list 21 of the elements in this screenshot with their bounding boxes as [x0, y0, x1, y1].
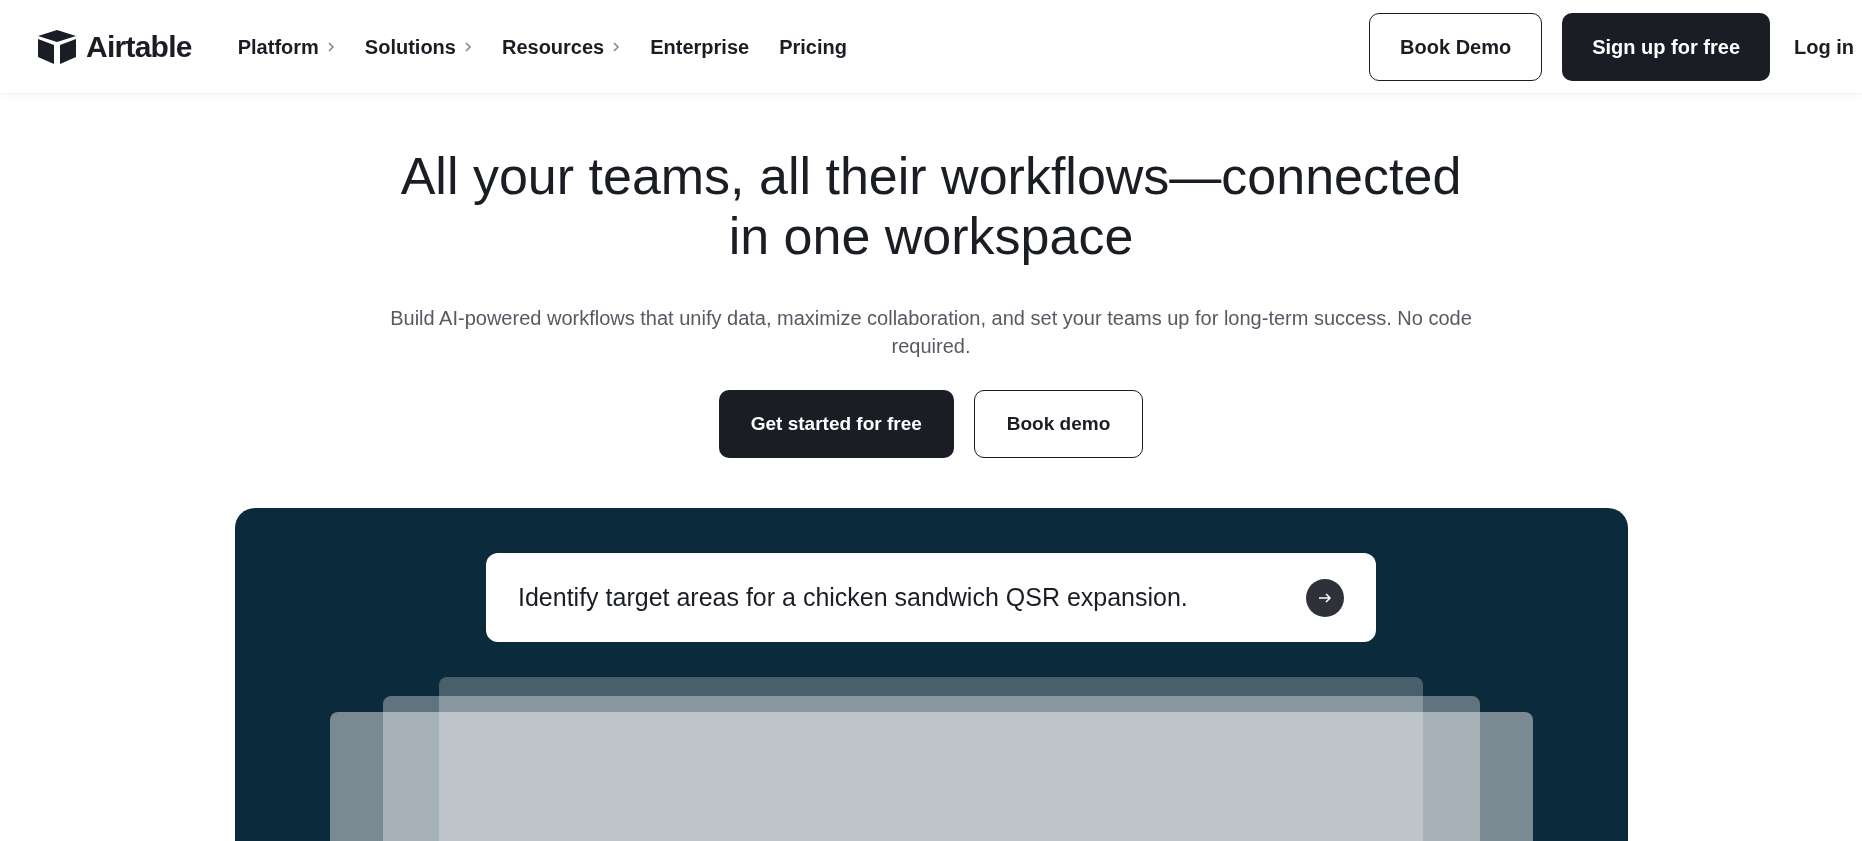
- nav-link[interactable]: Resources: [501, 31, 621, 62]
- sign-up-button[interactable]: Sign up for free: [1562, 12, 1770, 81]
- chevron-right-icon: [612, 40, 621, 53]
- prompt-text: Identify target areas for a chicken sandwich QSR expansion.: [518, 581, 1188, 613]
- nav-link[interactable]: Solutions: [364, 31, 472, 62]
- chevron-right-icon: [463, 40, 472, 53]
- hero-subtitle: Build AI-powered workflows that unify data, maximize collaboration, and set your teams up for long-term success. No code required.: [389, 306, 1473, 359]
- arrow-right-icon: [1318, 591, 1332, 604]
- log-in-link[interactable]: Log in: [1794, 31, 1854, 62]
- nav-link[interactable]: Pricing: [779, 31, 847, 62]
- brand-name: Airtable: [86, 29, 192, 65]
- book-demo-button[interactable]: Book Demo: [1369, 12, 1543, 81]
- nav-link[interactable]: Platform: [237, 31, 335, 62]
- submit-arrow-button[interactable]: [1306, 578, 1344, 617]
- prompt-field[interactable]: Identify target areas for a chicken sandwich QSR expansion.: [486, 553, 1376, 642]
- nav-link[interactable]: Enterprise: [650, 31, 750, 62]
- get-started-button[interactable]: Get started for free: [718, 390, 954, 458]
- box-logo-icon: [36, 28, 78, 65]
- chevron-right-icon: [326, 40, 335, 53]
- hero-title: All your teams, all their workflows—connected in one workspace: [400, 146, 1462, 266]
- book-demo-button[interactable]: Book demo: [973, 390, 1144, 458]
